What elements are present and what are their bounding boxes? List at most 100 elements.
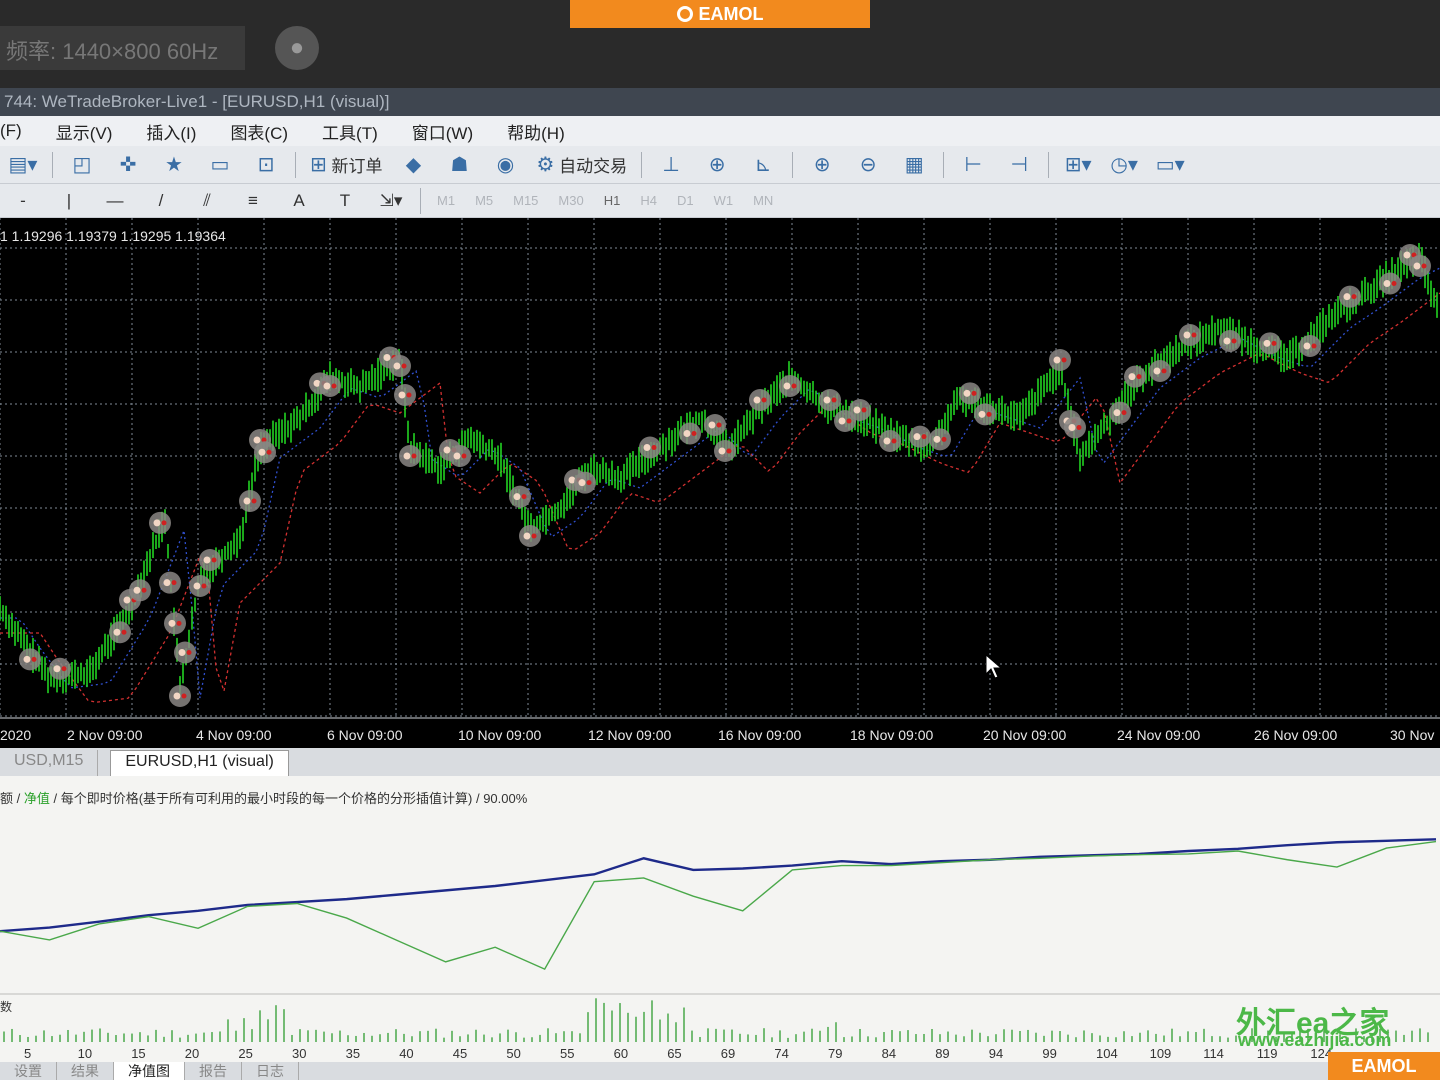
report-x-tick: 104 [1096,1046,1118,1061]
trade-marker-stop [716,422,722,428]
tab-graph[interactable]: 净值图 [114,1062,185,1080]
trade-marker-dot [1303,342,1311,350]
trade-marker-dot [1053,356,1061,364]
timeframe-w1[interactable]: W1 [714,193,734,208]
menu-help[interactable]: 帮助(H) [507,119,565,144]
trade-marker-dot [523,532,531,540]
trade-marker-dot [578,479,586,487]
trade-marker-dot [203,556,211,564]
auto-scroll-icon[interactable]: ⊢ [958,151,988,179]
trendline-icon[interactable]: / [146,187,176,215]
strategy-tester-icon[interactable]: ⊡ [251,151,281,179]
tab-journal[interactable]: 日志 [242,1062,299,1080]
timeframe-m5[interactable]: M5 [475,193,493,208]
timeframe-mn[interactable]: MN [753,193,773,208]
trade-marker-dot [113,628,121,636]
trade-marker-dot [643,444,651,451]
trade-marker-dot [883,437,891,445]
menu-window[interactable]: 窗口(W) [412,119,473,144]
report-x-tick: 5 [24,1046,31,1061]
timeframe-h4[interactable]: H4 [640,193,657,208]
tile-windows-icon[interactable]: ▦ [899,151,929,179]
line-chart-icon[interactable]: ⊾ [748,151,778,179]
price-chart[interactable]: 1 1.19296 1.19379 1.19295 1.19364 2020 2 … [0,218,1440,748]
zoom-out-icon[interactable]: ⊖ [853,151,883,179]
tab-report[interactable]: 报告 [185,1062,242,1080]
horizontal-line-icon[interactable]: — [100,187,130,215]
market-watch-icon[interactable]: ◰ [67,151,97,179]
trade-marker-stop [1191,332,1197,338]
timeframe-m30[interactable]: M30 [558,193,583,208]
report-x-tick: 69 [721,1046,735,1061]
timeframe-h1[interactable]: H1 [604,193,621,208]
time-axis-label: 2 Nov 09:00 [67,727,143,743]
menu-view[interactable]: 显示(V) [56,119,113,144]
signals-icon[interactable]: ◉ [491,151,521,179]
trade-marker-dot [193,582,201,590]
menu-charts[interactable]: 图表(C) [230,119,288,144]
new-order-button[interactable]: ⊞ 新订单 [310,151,383,179]
time-axis-label: 10 Nov 09:00 [458,727,541,743]
auto-trading-button[interactable]: ⚙ 自动交易 [537,151,628,179]
text-tool[interactable]: A [284,187,314,215]
brand-logo-icon [676,6,693,22]
timeframe-m15[interactable]: M15 [513,193,538,208]
bar-chart-icon[interactable]: ⊥ [656,151,686,179]
tab-settings[interactable]: 设置 [0,1062,57,1080]
crosshair-icon[interactable]: ✜ [113,151,143,179]
equity-line [0,840,1437,971]
favorites-icon[interactable]: ★ [159,151,189,179]
trade-marker-stop [461,453,467,459]
timeframe-m1[interactable]: M1 [437,193,455,208]
tab-eurusd-h1-visual[interactable]: EURUSD,H1 (visual) [110,750,289,776]
metaeditor-icon[interactable]: ◆ [399,151,429,179]
indicators-icon[interactable]: ⊞▾ [1063,151,1093,179]
trade-marker-dot [933,435,941,443]
trade-marker-stop [941,436,947,442]
menu-file[interactable]: (F) [0,121,22,141]
trade-marker-dot [683,430,691,437]
tab-results[interactable]: 结果 [57,1062,114,1080]
new-chart-icon[interactable]: ▤▾ [8,151,38,179]
menu-insert[interactable]: 插入(I) [146,119,196,144]
trade-marker-dot [153,519,161,527]
trade-marker-dot [913,433,921,441]
trade-marker-dot [1113,409,1121,417]
equidistant-channel-icon[interactable]: ⫽ [192,187,222,215]
trade-marker-dot [1223,337,1231,345]
trade-marker-stop [181,693,187,699]
report-x-tick: 114 [1203,1046,1224,1061]
fibonacci-icon[interactable]: ≡ [238,187,268,215]
equity-report-panel: 额 / 净值 / 每个即时价格(基于所有可利用的最小时段的每一个价格的分形插值计… [0,776,1440,1062]
candlestick-chart-icon[interactable]: ⊕ [702,151,732,179]
chart-shift-icon[interactable]: ⊣ [1004,151,1034,179]
price-chart-canvas[interactable]: 2020 2 Nov 09:00 4 Nov 09:00 6 Nov 09:00 10 … [0,218,1440,748]
trade-marker-stop [266,449,272,455]
community-icon[interactable]: ☗ [445,151,475,179]
trade-marker-dot [853,406,861,414]
toolbar-separator [420,187,421,214]
templates-icon[interactable]: ▭▾ [1155,151,1185,179]
chart-tabs: USD,M15 EURUSD,H1 (visual) [0,748,1440,776]
report-x-tick: 15 [131,1046,145,1061]
zoom-in-icon[interactable]: ⊕ [807,151,837,179]
trade-marker-stop [1061,357,1067,363]
trade-marker-stop [1391,281,1397,286]
vertical-line-icon[interactable]: | [54,187,84,215]
trade-marker-dot [513,493,521,501]
menu-tools[interactable]: 工具(T) [322,119,378,144]
time-axis-label: 6 Nov 09:00 [327,727,403,743]
trade-marker-stop [141,587,147,593]
cursor-tool-icon[interactable]: - [8,187,38,215]
trade-marker-dot [783,382,791,390]
trade-marker-dot [753,396,761,404]
report-x-tick: 40 [399,1046,413,1061]
timeframe-d1[interactable]: D1 [677,193,694,208]
trade-marker-dot [1128,373,1136,381]
text-label-icon[interactable]: T [330,187,360,215]
arrows-icon[interactable]: ⇲▾ [376,187,406,215]
tab-eurusd-m15[interactable]: USD,M15 [0,750,99,776]
report-x-tick: 99 [1042,1046,1056,1061]
periods-icon[interactable]: ◷▾ [1109,151,1139,179]
terminal-icon[interactable]: ▭ [205,151,235,179]
